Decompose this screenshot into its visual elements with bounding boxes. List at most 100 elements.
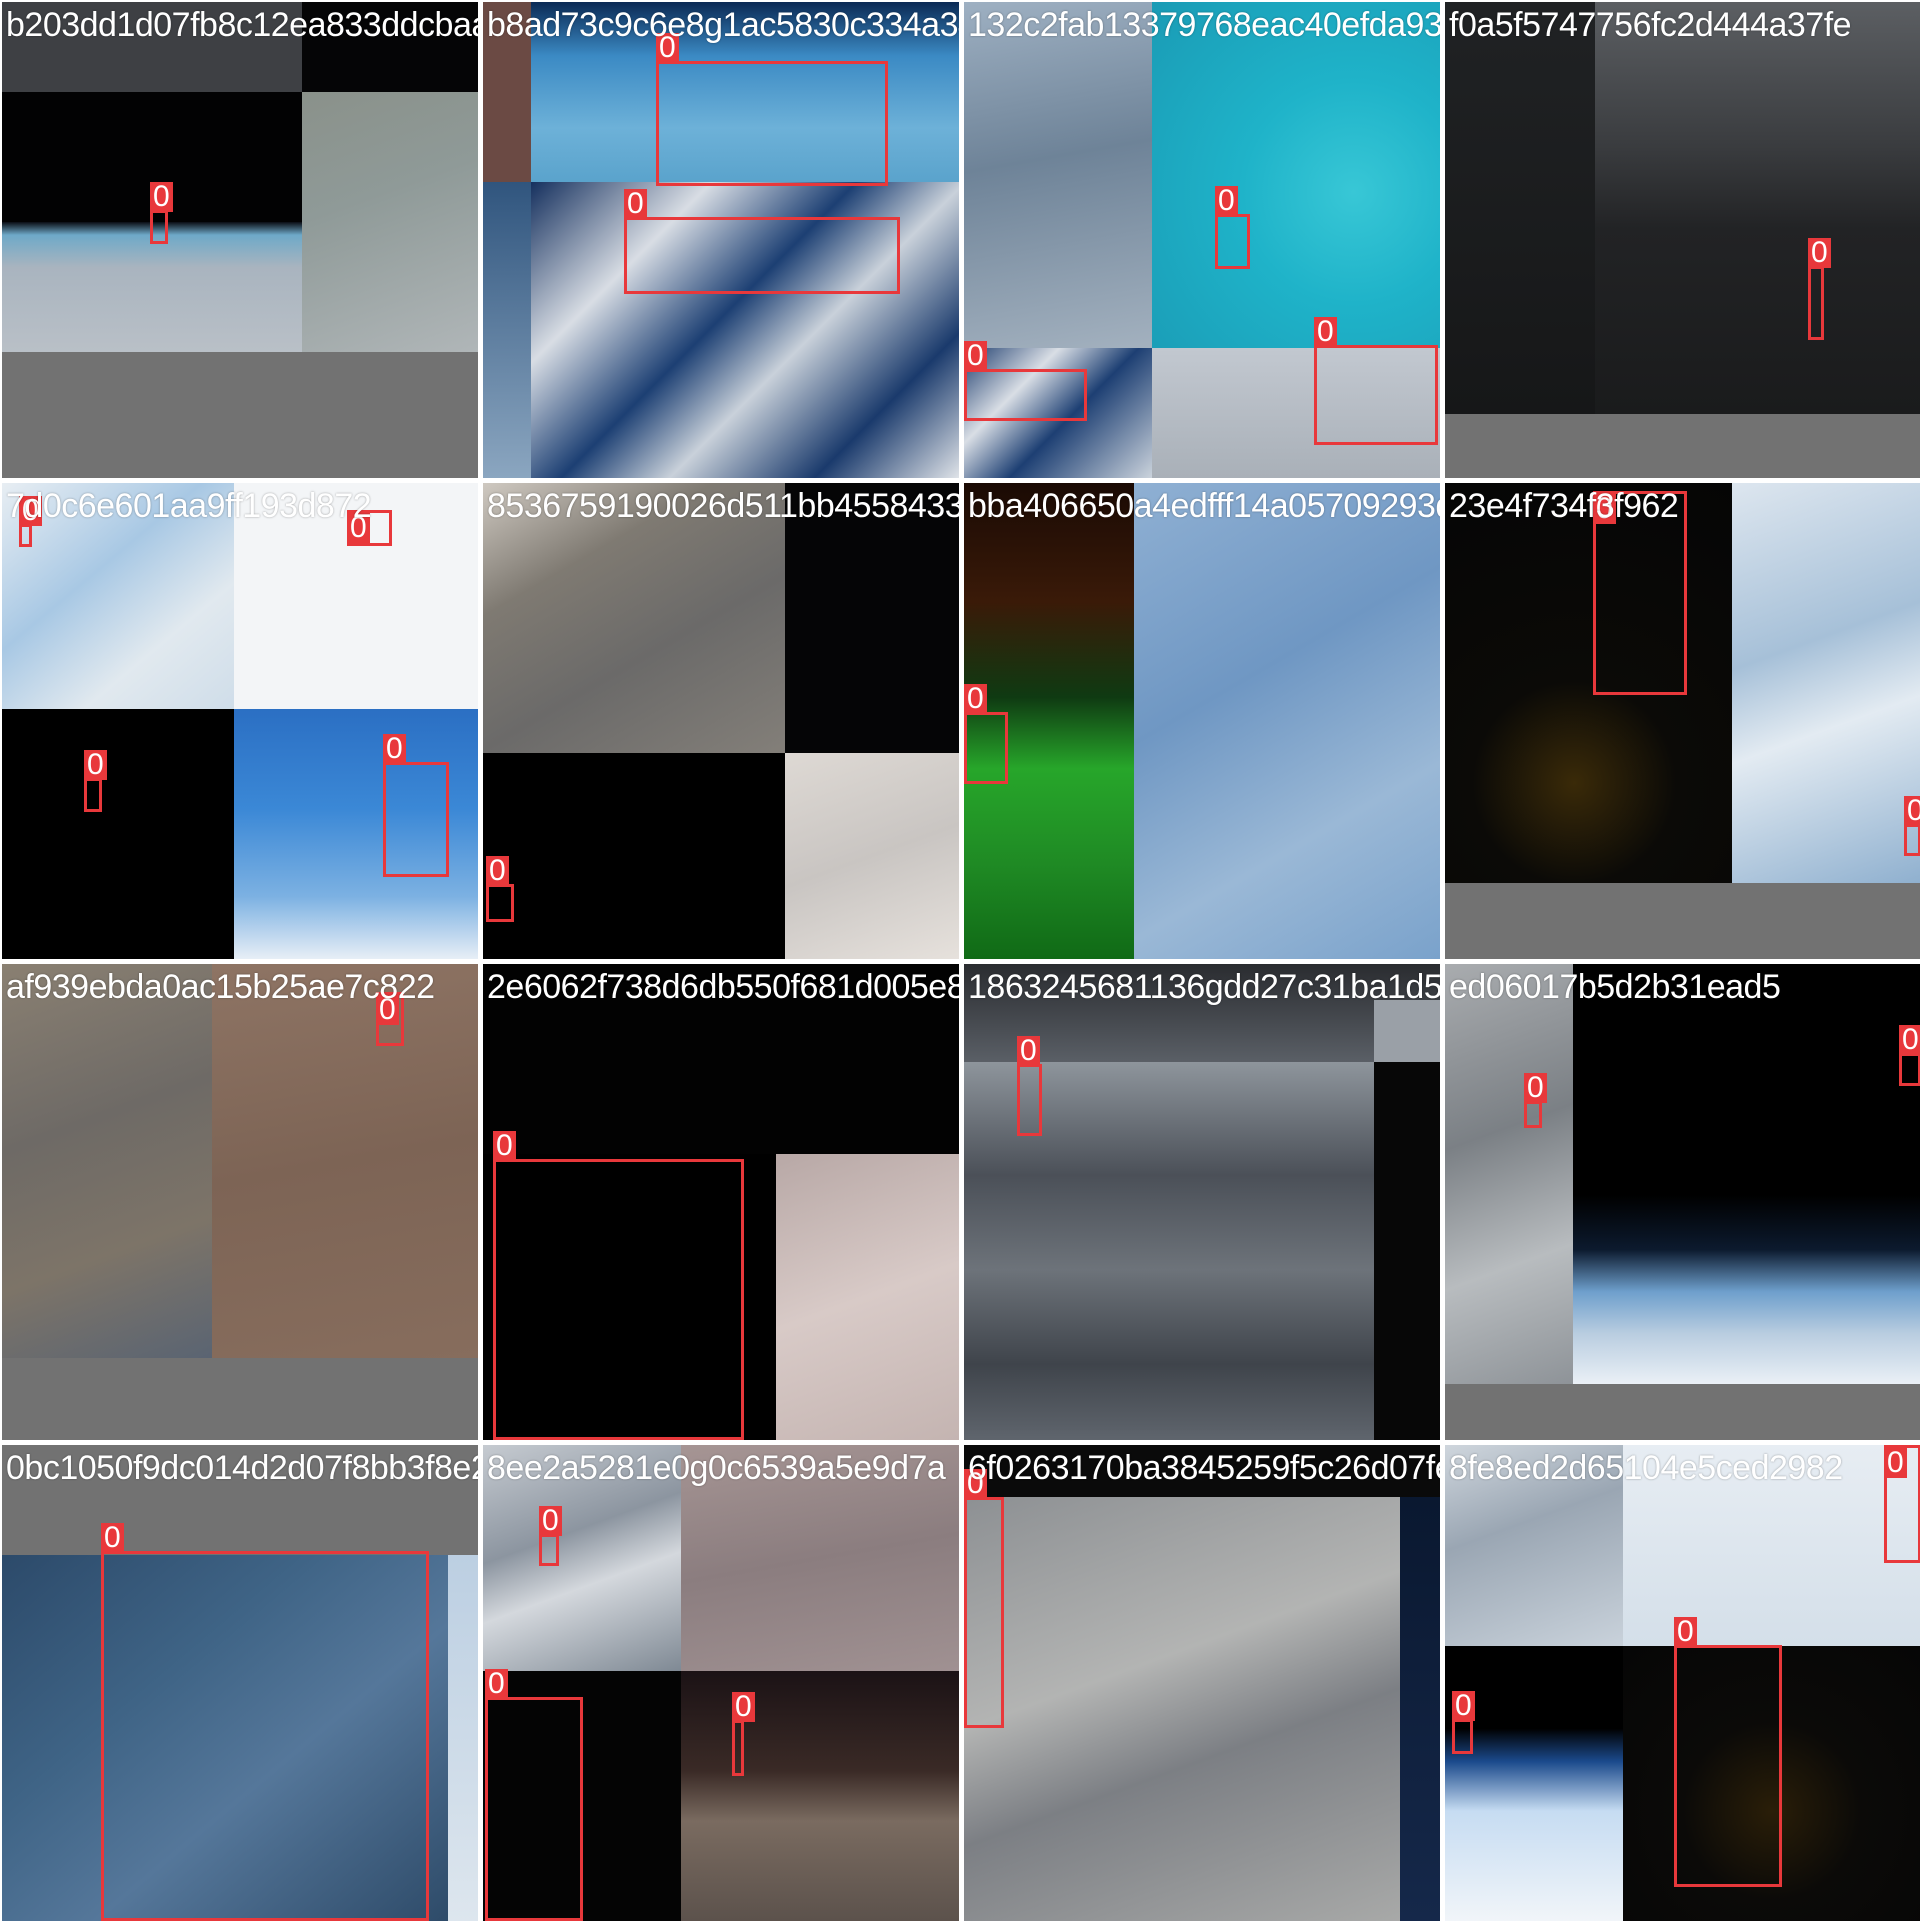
- photo-fragment: [2, 1445, 478, 1555]
- photo-fragment: [1134, 483, 1440, 959]
- class-label: 0: [485, 1669, 508, 1699]
- detection-box: 0: [101, 1523, 429, 1921]
- detection-box: 0: [1808, 238, 1831, 340]
- detection-box: 0: [964, 1469, 1004, 1728]
- photo-fragment: [483, 483, 785, 753]
- detection-box: 0: [376, 992, 404, 1046]
- mosaic-tile: 0 1863245681136gdd27c31ba1d53d: [964, 964, 1440, 1440]
- class-label: 0: [624, 189, 647, 219]
- detection-box: 0: [1524, 1073, 1547, 1128]
- photo-fragment: [1445, 964, 1573, 1384]
- mosaic-tile: 00b8ad73c9c6e8g1ac5830c334a34d2dd1837: [483, 2, 959, 478]
- class-label: 0: [150, 182, 173, 212]
- class-label: 0: [101, 1523, 124, 1553]
- class-label: 0: [1593, 494, 1616, 524]
- photo-fragment: [1374, 1000, 1440, 1062]
- photo-fragment: [2, 709, 234, 959]
- detection-box: 0: [383, 734, 449, 877]
- mosaic-tile: 0 0 23e4f734f3f962: [1445, 483, 1920, 959]
- class-label: 0: [1314, 317, 1337, 347]
- class-label: 0: [84, 750, 107, 780]
- photo-fragment: [1623, 1445, 1920, 1646]
- photo-fragment: [302, 2, 478, 92]
- mosaic-tile: 00bc1050f9dc014d2d07f8bb3f8e2a5281e0g: [2, 1445, 478, 1921]
- detection-box: 0: [486, 856, 514, 922]
- class-label: 0: [486, 856, 509, 886]
- mosaic-tile: 0 0 ed06017b5d2b31ead5: [1445, 964, 1920, 1440]
- photo-fragment: [681, 1445, 959, 1671]
- detection-box: 0: [19, 496, 42, 547]
- mosaic-tile: 0 0 0 0 7d0c6e601aa9ff193d872: [2, 483, 478, 959]
- photo-fragment: [1445, 1646, 1623, 1921]
- detection-box: 0: [1899, 1025, 1920, 1086]
- class-label: 0: [656, 33, 679, 63]
- detection-box: 0: [84, 750, 107, 812]
- photo-fragment: [483, 182, 531, 478]
- photo-fragment: [302, 92, 478, 352]
- photo-fragment: [964, 1497, 1400, 1921]
- mosaic-tile: 0bba406650a4edfff14a05709293d4f7: [964, 483, 1440, 959]
- mosaic-tile: 06f0263170ba3845259f5c26d07fe53dd2d: [964, 1445, 1440, 1921]
- photo-fragment: [964, 2, 1152, 348]
- detection-box: 0: [347, 510, 392, 546]
- photo-fragment: [2, 2, 302, 92]
- mosaic-tile: 000132c2fab13379768eac40efda93d5f71.png: [964, 2, 1440, 478]
- photo-fragment: [1732, 483, 1920, 883]
- detection-box: 0: [1017, 1036, 1042, 1136]
- photo-fragment: [2, 964, 212, 1358]
- photo-fragment: [1445, 2, 1595, 414]
- photo-fragment: [964, 1445, 1440, 1497]
- class-label: 0: [1215, 186, 1238, 216]
- mosaic-tile: 0b203dd1d07fb8c12ea833ddcbaad7a5b9628: [2, 2, 478, 478]
- photo-fragment: [212, 964, 478, 1358]
- mosaic-tile: 0 0 0 8ee2a5281e0g0c6539a5e9d7a: [483, 1445, 959, 1921]
- detection-box: 0: [539, 1506, 562, 1566]
- detection-box: 0: [1314, 317, 1438, 445]
- detection-box: 0: [732, 1692, 755, 1776]
- class-label: 0: [1017, 1036, 1040, 1066]
- photo-fragment: [681, 1671, 959, 1921]
- detection-box: 0: [485, 1669, 583, 1921]
- photo-fragment: [1445, 483, 1732, 883]
- class-label: 0: [1904, 796, 1920, 826]
- mosaic-tile: 0 2e6062f738d6db550f681d005e8: [483, 964, 959, 1440]
- photo-fragment: [1573, 964, 1920, 1384]
- detection-box: 0: [1904, 796, 1920, 856]
- photo-fragment: [1400, 1497, 1440, 1921]
- detection-box: 0: [1452, 1691, 1475, 1754]
- photo-fragment: [1445, 1445, 1623, 1646]
- photo-fragment: [1595, 2, 1920, 414]
- detection-box: 0: [1215, 186, 1250, 269]
- class-label: 0: [1674, 1617, 1697, 1647]
- class-label: 0: [383, 734, 406, 764]
- class-label: 0: [732, 1692, 755, 1722]
- photo-fragment: [483, 964, 959, 1154]
- class-label: 0: [964, 1469, 987, 1499]
- photo-fragment: [785, 483, 959, 753]
- photo-fragment: [483, 1445, 681, 1671]
- detection-box: 0: [624, 189, 900, 294]
- mosaic-tile: 0 af939ebda0ac15b25ae7c822: [2, 964, 478, 1440]
- photo-fragment: [785, 753, 959, 959]
- class-label: 0: [376, 995, 399, 1025]
- photo-fragment: [448, 1555, 478, 1921]
- photo-fragment: [483, 2, 531, 182]
- class-label: 0: [964, 341, 987, 371]
- detection-box: 0: [1884, 1445, 1920, 1563]
- class-label: 0: [493, 1131, 516, 1161]
- detection-box: 0: [964, 341, 1087, 421]
- photo-fragment: [776, 1154, 959, 1440]
- detection-box: 0: [493, 1131, 744, 1440]
- class-label: 0: [347, 513, 370, 543]
- class-label: 0: [1899, 1025, 1920, 1055]
- detection-box: 0: [1593, 491, 1687, 695]
- class-label: 0: [539, 1506, 562, 1536]
- class-label: 0: [1524, 1073, 1547, 1103]
- image-mosaic: 0b203dd1d07fb8c12ea833ddcbaad7a5b962800b…: [0, 0, 1920, 1921]
- class-label: 0: [964, 684, 987, 714]
- detection-box: 0: [150, 182, 173, 244]
- photo-fragment: [483, 753, 785, 959]
- class-label: 0: [1884, 1448, 1907, 1478]
- class-label: 0: [19, 496, 42, 526]
- photo-fragment: [1374, 1062, 1440, 1440]
